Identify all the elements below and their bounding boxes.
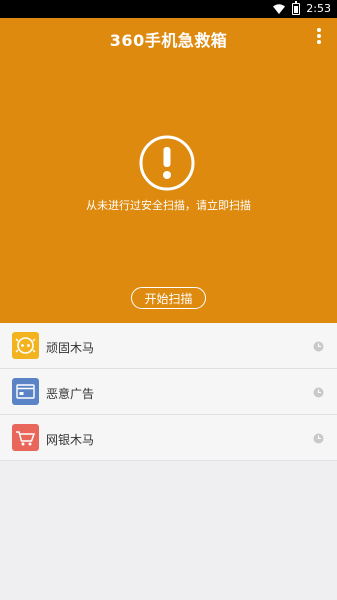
- overflow-menu-icon[interactable]: [316, 28, 322, 44]
- list-item-label: 网银木马: [46, 433, 95, 447]
- clock-icon: [313, 433, 324, 444]
- status-time: 2:53: [306, 2, 331, 15]
- scan-status-message: 从未进行过安全扫描，请立即扫描: [86, 199, 251, 212]
- battery-icon: [292, 0, 301, 15]
- trojan-icon: [12, 332, 39, 359]
- clock-icon: [313, 387, 324, 398]
- list-item-label: 恶意广告: [46, 387, 95, 401]
- ad-icon: [12, 378, 39, 405]
- list-item-malicious-ads[interactable]: 恶意广告: [0, 369, 337, 415]
- list-item-stubborn-trojan[interactable]: 顽固木马: [0, 323, 337, 369]
- warning-icon: [139, 135, 195, 191]
- bank-trojan-icon: [12, 424, 39, 451]
- threat-category-list: 顽固木马 恶意广告 网银木马: [0, 323, 337, 461]
- start-scan-button[interactable]: 开始扫描: [131, 287, 206, 309]
- app-title: 360手机急救箱: [109, 31, 228, 50]
- list-item-label: 顽固木马: [46, 341, 95, 355]
- list-item-bank-trojan[interactable]: 网银木马: [0, 415, 337, 461]
- status-bar: 2:53: [0, 0, 337, 18]
- wifi-icon: [273, 3, 286, 14]
- hero-panel: 360手机急救箱 从未进行过安全扫描，请立即扫描 开始扫描: [0, 18, 337, 323]
- clock-icon: [313, 341, 324, 352]
